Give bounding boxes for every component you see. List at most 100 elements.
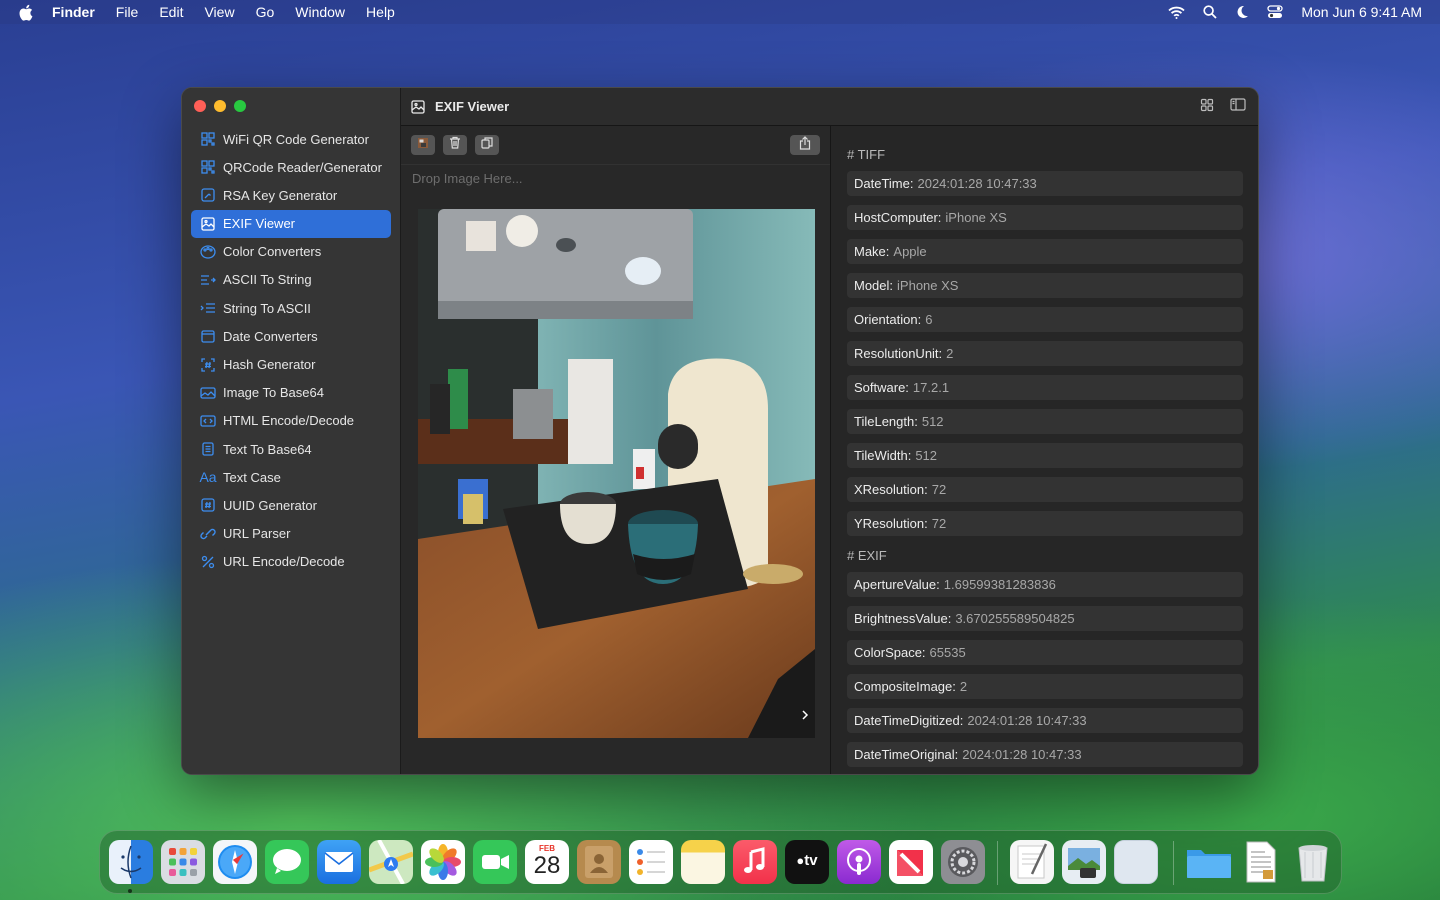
reminders-icon[interactable] xyxy=(629,840,673,884)
document-icon[interactable] xyxy=(1239,840,1283,884)
exif-row[interactable]: YResolution: 72 xyxy=(847,511,1243,536)
exif-key: DateTimeOriginal: xyxy=(854,747,959,762)
exif-row[interactable]: TileLength: 512 xyxy=(847,409,1243,434)
share-button[interactable] xyxy=(790,135,820,155)
photo-preview[interactable] xyxy=(418,209,815,738)
sidebar-item-text-case[interactable]: Aa Text Case xyxy=(191,463,391,491)
menu-edit[interactable]: Edit xyxy=(159,4,183,20)
exif-key: Model: xyxy=(854,278,894,293)
sidebar-item-string-to-ascii[interactable]: String To ASCII xyxy=(191,294,391,322)
exif-row[interactable]: DateTimeOriginal: 2024:01:28 10:47:33 xyxy=(847,742,1243,767)
sidebar-item-html-encode-decode[interactable]: HTML Encode/Decode xyxy=(191,407,391,435)
dock-separator xyxy=(997,841,998,885)
exif-row[interactable]: Orientation: 6 xyxy=(847,307,1243,332)
exif-row[interactable]: Software: 17.2.1 xyxy=(847,375,1243,400)
news-icon[interactable] xyxy=(889,840,933,884)
sidebar-item-url-encode-decode[interactable]: URL Encode/Decode xyxy=(191,548,391,576)
delete-image-button[interactable] xyxy=(443,135,467,155)
exif-row[interactable]: Model: iPhone XS xyxy=(847,273,1243,298)
finder-running-indicator xyxy=(128,889,132,893)
exif-row[interactable]: BrightnessValue: 3.670255589504825 xyxy=(847,606,1243,631)
close-window-button[interactable] xyxy=(194,100,206,112)
menubar-clock[interactable]: Mon Jun 6 9:41 AM xyxy=(1301,4,1422,20)
calendar-icon[interactable]: FEB 28 xyxy=(525,840,569,884)
spotlight-search-icon[interactable] xyxy=(1203,5,1217,19)
sidebar-toggle-icon[interactable] xyxy=(1230,98,1246,116)
exif-value: Apple xyxy=(893,244,927,259)
contacts-icon[interactable] xyxy=(577,840,621,884)
textedit-icon[interactable] xyxy=(1010,840,1054,884)
facetime-icon[interactable] xyxy=(473,840,517,884)
calendar-icon xyxy=(199,327,217,345)
exif-row[interactable]: HostComputer: iPhone XS xyxy=(847,205,1243,230)
sidebar-item-rsa-key-generator[interactable]: RSA Key Generator xyxy=(191,181,391,209)
exif-key: BrightnessValue: xyxy=(854,611,952,626)
exif-key: XResolution: xyxy=(854,482,928,497)
sidebar-item-label: Color Converters xyxy=(223,244,322,260)
menu-window[interactable]: Window xyxy=(295,4,345,20)
sidebar-item-ascii-to-string[interactable]: ASCII To String xyxy=(191,266,391,294)
apple-menu-icon[interactable] xyxy=(18,0,38,24)
exif-row[interactable]: ColorSpace: 65535 xyxy=(847,640,1243,665)
menu-view[interactable]: View xyxy=(204,4,234,20)
trash-icon[interactable] xyxy=(1291,840,1335,884)
sidebar-item-wifi-qr-code-generator[interactable]: WiFi QR Code Generator xyxy=(191,125,391,153)
exif-row[interactable]: ResolutionUnit: 2 xyxy=(847,341,1243,366)
wifi-icon[interactable] xyxy=(1168,6,1185,19)
music-icon[interactable] xyxy=(733,840,777,884)
exif-row[interactable]: XResolution: 72 xyxy=(847,477,1243,502)
exif-row[interactable]: TileWidth: 512 xyxy=(847,443,1243,468)
drop-zone-placeholder[interactable]: Drop Image Here... xyxy=(412,171,523,186)
zoom-window-button[interactable] xyxy=(234,100,246,112)
copy-button[interactable] xyxy=(475,135,499,155)
messages-icon[interactable] xyxy=(265,840,309,884)
exif-row[interactable]: DateTime: 2024:01:28 10:47:33 xyxy=(847,171,1243,196)
exif-row[interactable]: Make: Apple xyxy=(847,239,1243,264)
folder-icon[interactable] xyxy=(1185,840,1231,884)
menu-go[interactable]: Go xyxy=(256,4,275,20)
sidebar-item-exif-viewer[interactable]: EXIF Viewer xyxy=(191,209,391,238)
preview-icon[interactable] xyxy=(1062,840,1106,884)
sidebar-item-color-converters[interactable]: Color Converters xyxy=(191,238,391,266)
exif-value: 512 xyxy=(921,414,944,429)
menu-app-name[interactable]: Finder xyxy=(52,4,95,20)
open-image-button[interactable] xyxy=(411,135,435,155)
exif-value: 17.2.1 xyxy=(912,380,950,395)
qrcode-icon xyxy=(199,130,217,148)
system-settings-icon[interactable] xyxy=(941,840,985,884)
safari-icon[interactable] xyxy=(213,840,257,884)
sidebar-item-hash-generator[interactable]: Hash Generator xyxy=(191,351,391,379)
sidebar-item-date-converters[interactable]: Date Converters xyxy=(191,322,391,350)
exif-row[interactable]: CompositeImage: 2 xyxy=(847,674,1243,699)
notes-icon[interactable] xyxy=(681,840,725,884)
mail-icon[interactable] xyxy=(317,840,361,884)
percent-icon xyxy=(199,553,217,571)
launchpad-icon[interactable] xyxy=(161,840,205,884)
photos-icon[interactable] xyxy=(421,840,465,884)
blank-app-icon[interactable] xyxy=(1114,840,1158,884)
exif-value: 2024:01:28 10:47:33 xyxy=(967,713,1087,728)
sidebar-item-text-to-base64[interactable]: Text To Base64 xyxy=(191,435,391,463)
sidebar-item-image-to-base64[interactable]: Image To Base64 xyxy=(191,379,391,407)
finder-icon[interactable] xyxy=(109,840,153,884)
menu-help[interactable]: Help xyxy=(366,4,395,20)
exif-row[interactable]: ApertureValue: 1.69599381283836 xyxy=(847,572,1243,597)
tv-text: tv xyxy=(804,852,818,869)
image-picker-icon xyxy=(417,136,429,154)
sidebar-item-uuid-generator[interactable]: UUID Generator xyxy=(191,491,391,519)
tv-icon[interactable]: ●tv xyxy=(785,840,829,884)
window-controls xyxy=(194,100,246,112)
text-lines-icon xyxy=(199,271,217,289)
maps-icon[interactable] xyxy=(368,839,414,885)
focus-moon-icon[interactable] xyxy=(1235,5,1249,19)
sidebar-item-qrcode-reader-generator[interactable]: QRCode Reader/Generator xyxy=(191,153,391,181)
grid-view-icon[interactable] xyxy=(1200,98,1214,117)
sidebar-item-url-parser[interactable]: URL Parser xyxy=(191,520,391,548)
sidebar-item-label: RSA Key Generator xyxy=(223,187,338,203)
control-center-icon[interactable] xyxy=(1267,5,1284,19)
exif-row[interactable]: DateTimeDigitized: 2024:01:28 10:47:33 xyxy=(847,708,1243,733)
podcasts-icon[interactable] xyxy=(837,840,881,884)
section-header-exif: # EXIF xyxy=(847,547,887,563)
menu-file[interactable]: File xyxy=(116,4,139,20)
minimize-window-button[interactable] xyxy=(214,100,226,112)
